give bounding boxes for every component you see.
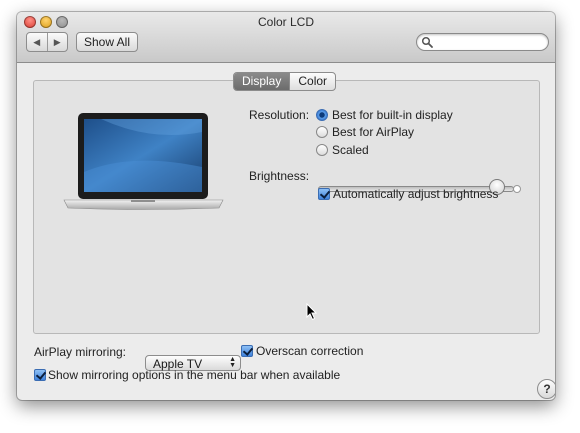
auto-brightness-checkbox[interactable]	[318, 188, 330, 200]
window-title: Color LCD	[257, 15, 314, 29]
laptop-icon	[63, 113, 224, 210]
mouse-cursor-icon	[306, 303, 318, 321]
tab-color[interactable]: Color	[289, 73, 335, 90]
menu-bar-mirroring-checkbox[interactable]	[34, 369, 46, 381]
forward-arrow-icon[interactable]: ▶	[48, 33, 68, 51]
resolution-label: Resolution:	[249, 108, 310, 122]
overscan-label[interactable]: Overscan correction	[256, 344, 363, 358]
brightness-label: Brightness:	[249, 169, 310, 183]
menu-bar-mirroring-label[interactable]: Show mirroring options in the menu bar w…	[48, 368, 340, 382]
search-icon	[421, 36, 433, 48]
back-arrow-icon[interactable]: ◀	[27, 33, 48, 51]
tab-display[interactable]: Display	[234, 73, 290, 90]
overscan-checkbox[interactable]	[241, 345, 253, 357]
search-field[interactable]	[416, 33, 549, 51]
show-all-button[interactable]: Show All	[76, 32, 138, 52]
radio-label-best-for-built-in[interactable]: Best for built-in display	[332, 108, 453, 122]
radio-scaled[interactable]	[316, 144, 328, 156]
title-bar: Color LCD ◀ ▶ Show All	[17, 12, 555, 63]
back-forward-control: ◀ ▶	[26, 32, 68, 52]
brightness-max-icon	[513, 185, 521, 193]
radio-label-scaled[interactable]: Scaled	[332, 143, 369, 157]
auto-brightness-label[interactable]: Automatically adjust brightness	[333, 187, 498, 201]
radio-best-for-airplay[interactable]	[316, 126, 328, 138]
help-button[interactable]: ?	[537, 379, 555, 399]
tab-bar: Display Color	[233, 72, 337, 91]
help-icon: ?	[543, 382, 551, 396]
preferences-window: Color LCD ◀ ▶ Show All Display Color Res…	[17, 12, 555, 400]
radio-best-for-built-in[interactable]	[316, 109, 328, 121]
search-input[interactable]	[435, 35, 543, 48]
airplay-mirroring-label: AirPlay mirroring:	[34, 345, 127, 359]
radio-label-best-for-airplay[interactable]: Best for AirPlay	[332, 125, 414, 139]
